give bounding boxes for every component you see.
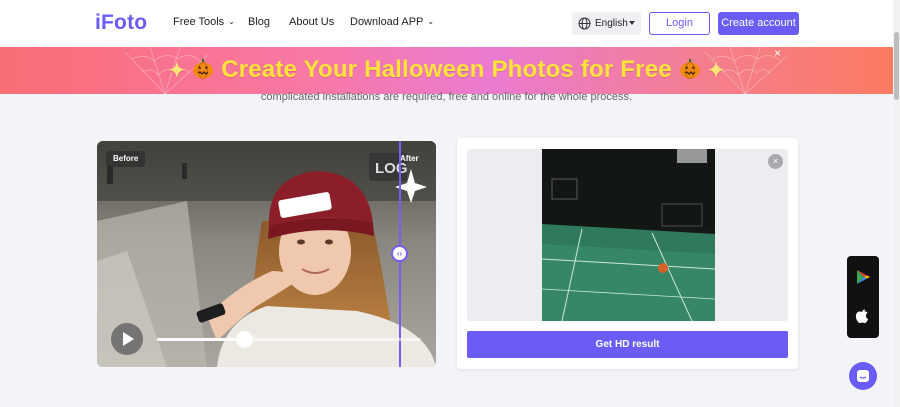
close-preview-icon[interactable]: × [768,154,783,169]
site-header: iFoto Free Tools ⌄ Blog About Us Download… [0,0,900,47]
pumpkin-icon [193,59,214,79]
seek-knob[interactable] [236,331,253,348]
get-hd-result-button[interactable]: Get HD result [467,331,788,358]
result-panel: × Get HD result [457,138,798,369]
drag-handle-icon[interactable]: ‹› [391,245,408,262]
login-button[interactable]: Login [649,12,710,35]
caret-down-icon [629,21,635,25]
after-label: After [400,154,419,163]
nav-download-app-label: Download APP [350,16,424,28]
banner-close-icon[interactable]: × [774,47,781,60]
google-play-icon[interactable] [855,269,871,285]
sample-photo: LOG [97,141,436,367]
nav-blog-label: Blog [248,16,271,28]
nav-download-app[interactable]: Download APP ⌄ [350,16,434,28]
page-scrollbar-thumb[interactable] [894,32,899,100]
seek-progress [157,338,244,341]
sparkle-icon: ✦ [168,60,186,82]
nav-about-us[interactable]: About Us [289,16,334,28]
message-icon [857,370,869,382]
chat-icon[interactable] [849,362,877,390]
language-label: English [595,18,628,29]
chevron-down-icon: ⌄ [427,17,435,26]
app-download-bar [847,256,879,338]
banner-headline: ✦ Create Your Halloween Photos for Free … [0,56,893,84]
before-after-comparison[interactable]: LOG Before After ‹› [97,141,436,367]
create-account-button[interactable]: Create account [718,12,799,35]
nav-blog[interactable]: Blog [248,16,270,28]
apple-icon[interactable] [855,309,871,325]
sparkle-icon: ✦ [707,60,725,82]
logo[interactable]: iFoto [95,11,147,35]
halloween-banner[interactable]: ✦ Create Your Halloween Photos for Free … [0,47,893,94]
nav-about-us-label: About Us [289,16,335,28]
play-icon[interactable] [111,323,143,355]
language-selector[interactable]: English [572,12,641,35]
globe-icon [578,17,591,30]
gym-court-image [542,149,715,321]
before-label: Before [106,151,146,167]
chevron-down-icon: ⌄ [228,17,235,26]
nav-free-tools-label: Free Tools [173,16,225,28]
intro-subtitle: complicated installations are required, … [260,91,633,103]
banner-text: Create Your Halloween Photos for Free [221,56,672,83]
pumpkin-icon [679,59,700,79]
result-image [542,149,715,321]
result-preview: × [467,149,788,321]
nav-free-tools[interactable]: Free Tools ⌄ [173,16,235,28]
